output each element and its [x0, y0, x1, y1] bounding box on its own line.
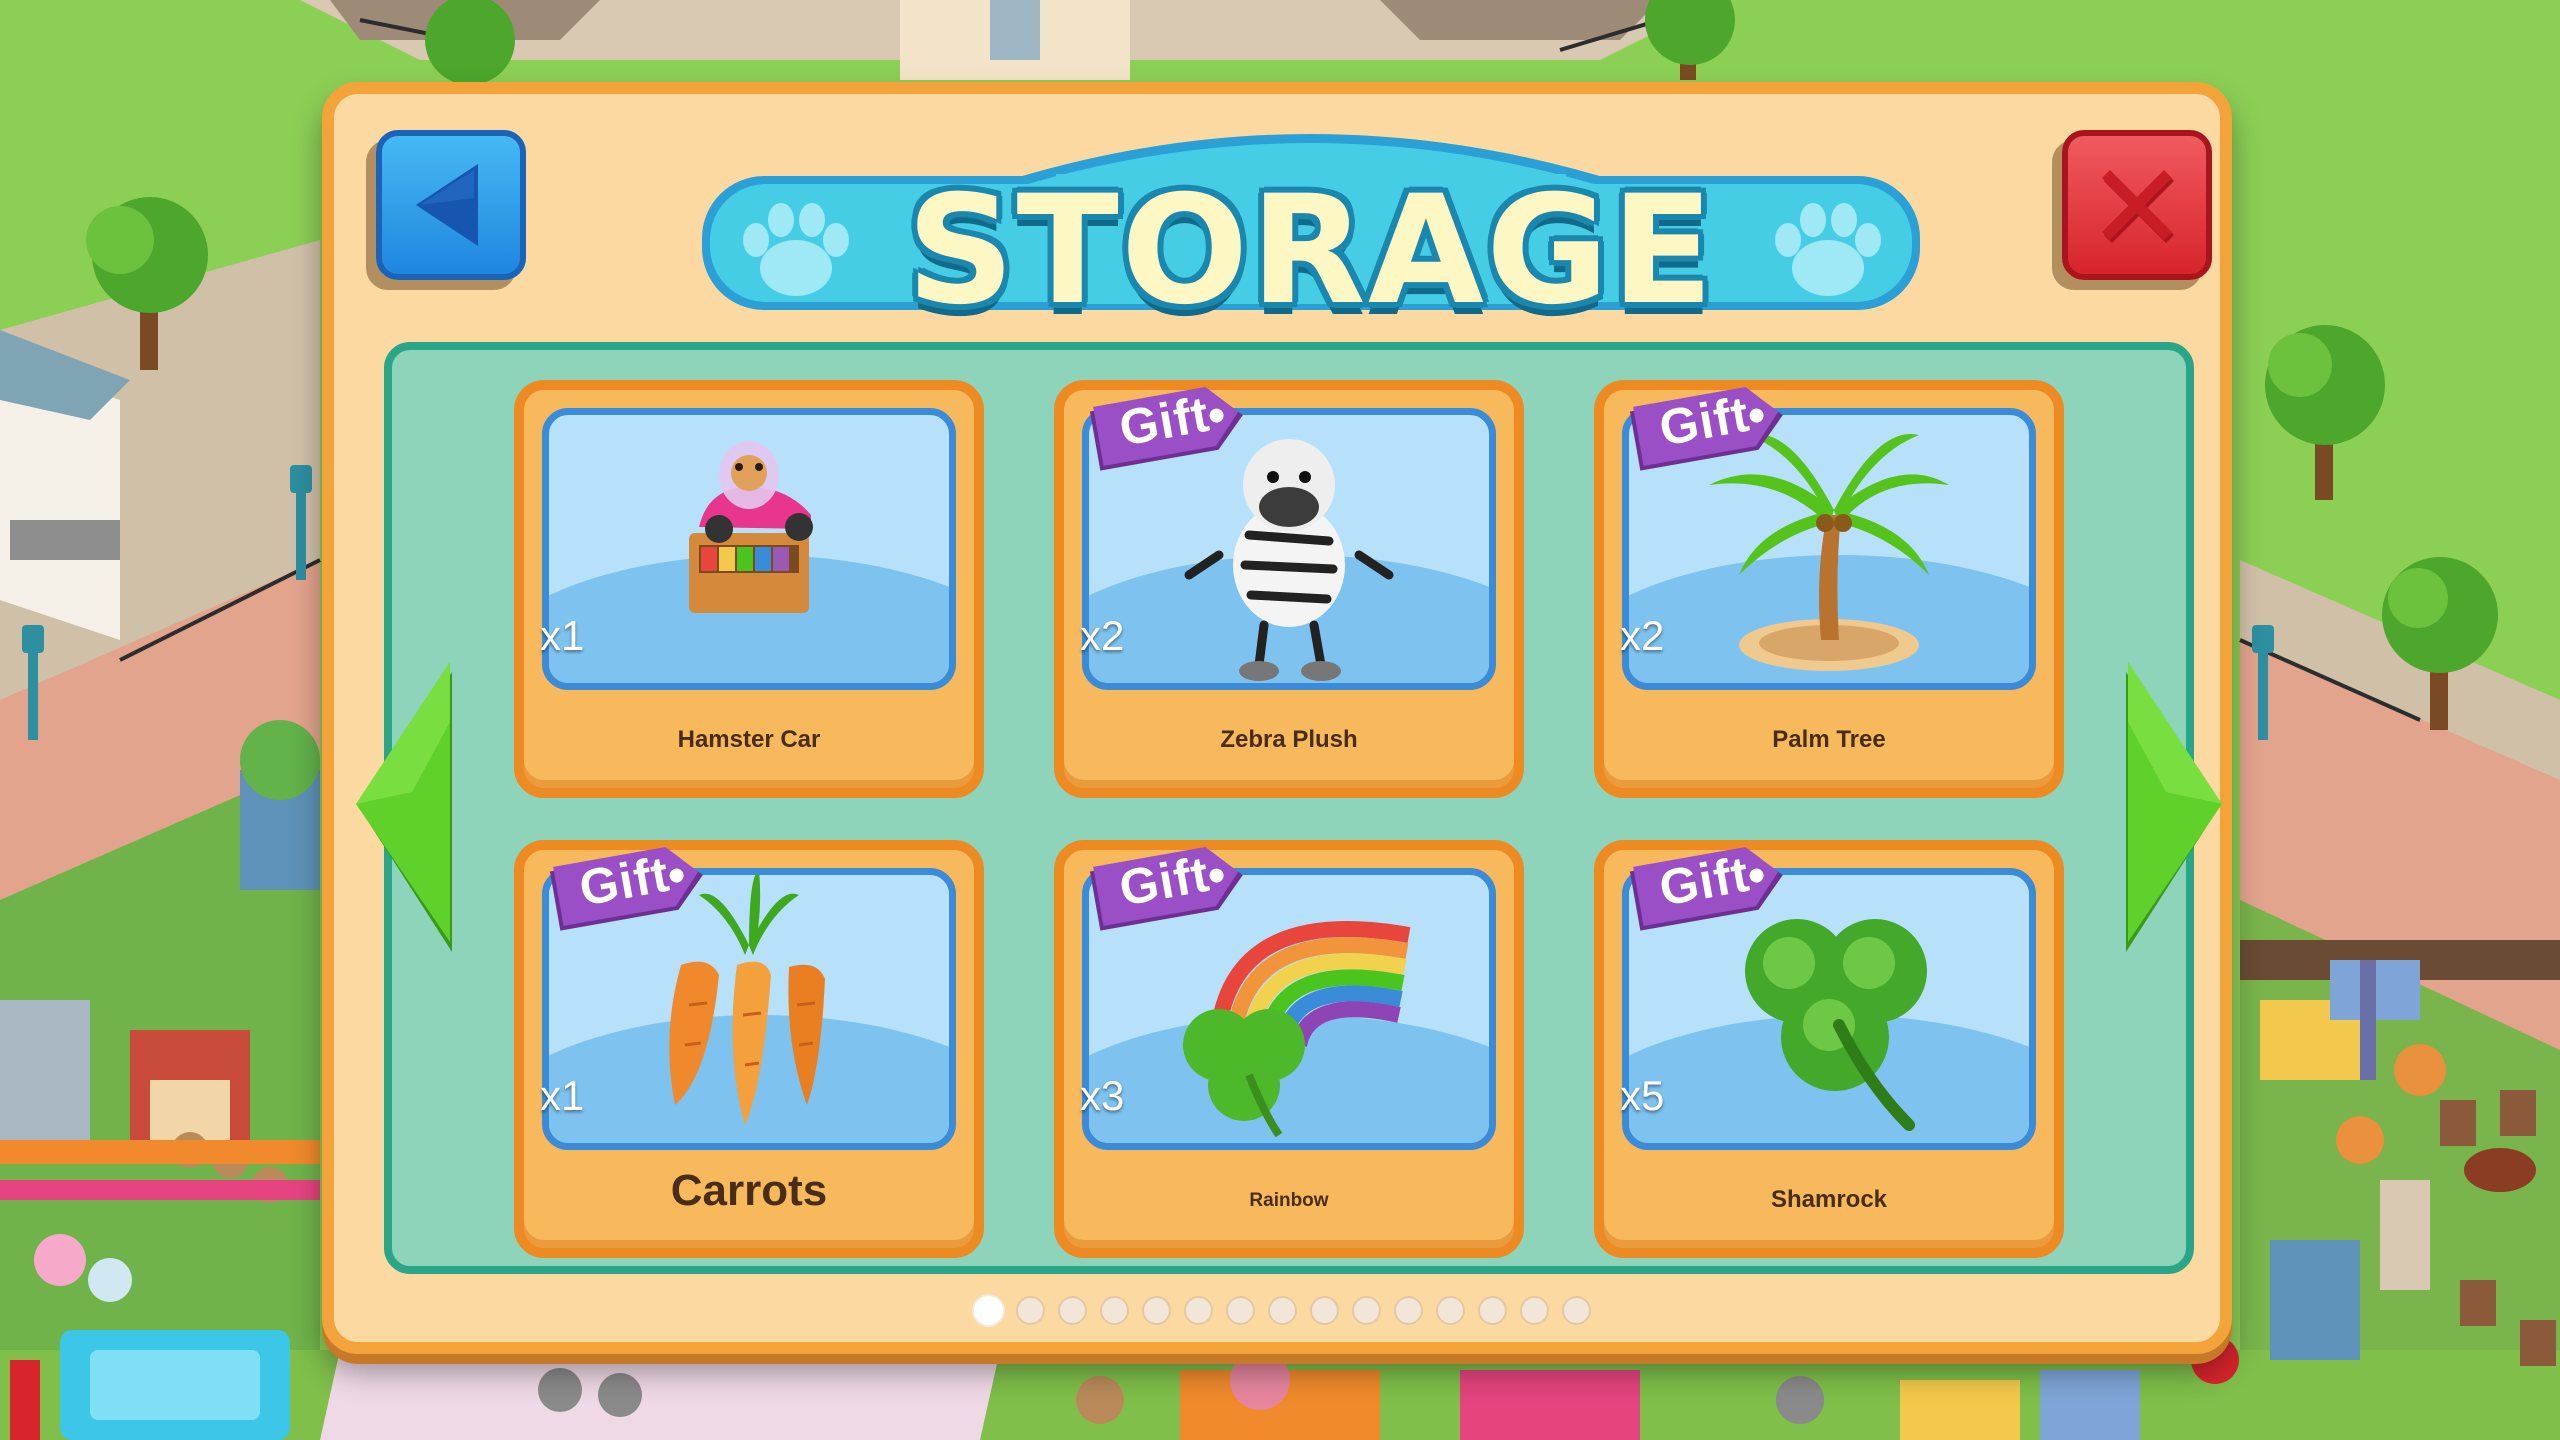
storage-item-card[interactable]: x5 Shamrock Gift — [1594, 840, 2064, 1258]
left-arrow-icon[interactable] — [352, 662, 462, 972]
storage-item-card[interactable]: x1 Hamster Car — [514, 380, 984, 798]
page-indicator — [974, 1296, 1591, 1325]
item-quantity: x3 — [1080, 1072, 1125, 1119]
storage-dialog: STORAGE x1 Hamster Car x2 Zebra Plush Gi… — [322, 82, 2232, 1354]
hamster-car-icon — [689, 441, 813, 613]
item-name: Hamster Car — [677, 726, 821, 753]
item-name: Zebra Plush — [1220, 726, 1358, 753]
item-grid: x1 Hamster Car x2 Zebra Plush Gift x2 Pa… — [384, 342, 2194, 1274]
storage-item-card[interactable]: x1 Carrots Gift — [514, 840, 984, 1258]
item-image — [542, 408, 956, 690]
page-dot[interactable] — [1478, 1296, 1507, 1325]
close-x-icon — [2102, 170, 2174, 243]
page-dot[interactable] — [974, 1296, 1003, 1325]
page-dot[interactable] — [1520, 1296, 1549, 1325]
dialog-title: STORAGE — [906, 164, 1716, 338]
gift-tag: Gift — [1084, 838, 1254, 938]
item-name: Palm Tree — [1772, 726, 1886, 753]
item-name: Shamrock — [1770, 1186, 1888, 1213]
title-banner: STORAGE — [696, 104, 1926, 338]
page-dot[interactable] — [1058, 1296, 1087, 1325]
page-dot[interactable] — [1226, 1296, 1255, 1325]
item-quantity: x2 — [1620, 612, 1665, 659]
storage-item-card[interactable]: x2 Zebra Plush Gift — [1054, 380, 1524, 798]
page-dot[interactable] — [1016, 1296, 1045, 1325]
right-arrow-icon[interactable] — [2116, 662, 2226, 972]
close-button[interactable] — [2062, 130, 2212, 280]
item-name: Carrots — [670, 1166, 828, 1215]
item-quantity: x1 — [540, 1072, 585, 1119]
page-dot[interactable] — [1268, 1296, 1297, 1325]
page-dot[interactable] — [1310, 1296, 1339, 1325]
page-dot[interactable] — [1394, 1296, 1423, 1325]
page-dot[interactable] — [1100, 1296, 1129, 1325]
item-quantity: x2 — [1080, 612, 1125, 659]
page-dot[interactable] — [1352, 1296, 1381, 1325]
gift-tag: Gift — [1624, 838, 1794, 938]
gift-tag: Gift — [1624, 378, 1794, 478]
item-quantity: x5 — [1620, 1072, 1665, 1119]
item-quantity: x1 — [540, 612, 585, 659]
page-dot[interactable] — [1142, 1296, 1171, 1325]
gift-tag: Gift — [544, 838, 714, 938]
page-dot[interactable] — [1184, 1296, 1213, 1325]
page-dot[interactable] — [1562, 1296, 1591, 1325]
page-dot[interactable] — [1436, 1296, 1465, 1325]
storage-item-card[interactable]: x3 Rainbow Gift — [1054, 840, 1524, 1258]
item-name: Rainbow — [1249, 1190, 1329, 1211]
storage-item-card[interactable]: x2 Palm Tree Gift — [1594, 380, 2064, 798]
gift-tag: Gift — [1084, 378, 1254, 478]
back-button[interactable] — [376, 130, 526, 280]
back-arrow-icon — [416, 164, 478, 246]
